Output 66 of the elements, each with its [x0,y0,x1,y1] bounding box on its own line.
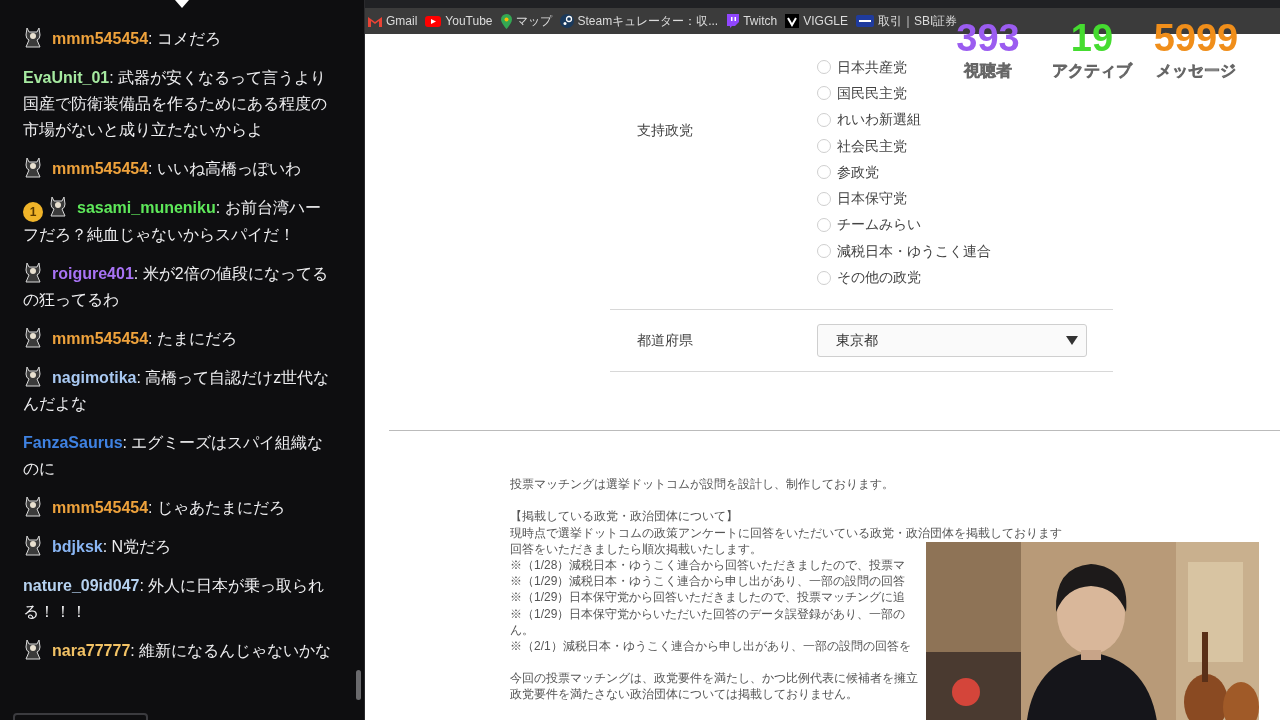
count-badge: 1 [23,202,43,222]
chat-message: 1 sasami_muneniku: お前台湾ハーフだろ？純血じゃないからスパイだ！ [23,195,336,248]
notice-text: 現時点で選挙ドットコムの政策アンケートに回答をいただいている政党・政治団体を掲載しております [510,524,1062,541]
notice-text: ※（1/29）減税日本・ゆうこく連合から申し出があり、一部の設問の回答 [510,573,907,590]
caret-icon[interactable] [175,0,189,9]
radio-option[interactable]: 社会民主党 [817,132,907,160]
chat-message: mmm545454: じゃあたまにだろ [23,495,336,521]
chat-bubble-icon [726,14,740,28]
radio-option[interactable]: 日本保守党 [817,185,907,212]
prefecture-select[interactable]: 東京都 [817,323,1087,357]
avatar-badge-icon [23,26,43,48]
bookmark-link[interactable]: Steamキュレーター：収... [559,12,719,30]
chat-message: FanzaSaurus: エグミーズはスパイ組織なのに [23,433,325,479]
chat-message: EvaUnit_01: 武器が安くなるって言うより国産で防衛装備品を作るためにある程度の市場がないと成り立たないからよ [23,68,328,140]
bookmark-link[interactable]: Gmail [368,12,418,30]
notice-text: ※（2/1）減税日本・ゆうこく連合から申し出があり、一部の設問の回答を [510,637,912,655]
notice-text: ※（1/29）日本保守党から回答いただきましたので、投票マッチングに追 [510,589,907,606]
notice-text: ※（1/28）減税日本・ゆうこく連合から回答いただきましたので、投票マ [510,556,907,574]
bookmark-link[interactable]: VIGGLE [785,12,848,30]
stat-label: 視聴者 [964,61,1012,81]
avatar-badge-icon [23,495,43,517]
chat-message: mmm545454: いいね高橋っぽいわ [23,156,336,182]
chat-message: nagimotika: 高橋って自認だけz世代なんだよな [23,365,336,417]
avatar-badge-icon [23,156,43,178]
avatar-badge-icon [23,534,43,556]
bookmark-link[interactable]: YouTube [425,12,493,30]
chat-message: mmm545454: たまにだろ [23,326,336,352]
chat-message: nature_09id047: 外人に日本が乗っ取られる！！！ [23,576,326,622]
avatar-badge-icon [23,326,43,348]
notice-text: 政党要件を満たさない政治団体については掲載しておりません。 [510,686,859,703]
bookmark-link[interactable]: マップ [500,12,552,30]
field-label: 都道府県 [636,330,694,350]
notice-text: 今回の投票マッチングは、政党要件を満たし、かつ比例代表に候補者を擁立 [510,670,919,687]
notice-text: ※（1/29）日本保守党からいただいた回答のデータ誤登録があり、一部の [510,605,907,622]
envelope-icon [368,15,382,27]
notice-text: 回答をいただきましたら順次掲載いたします。 [510,540,763,557]
steam-icon [559,14,574,28]
chat-message: bdjksk: N党だろ [23,534,336,560]
avatar-badge-icon [23,261,43,283]
radio-option[interactable]: れいわ新選組 [817,106,921,133]
radio-option[interactable]: チームみらい [817,211,921,239]
chat-message: roigure401: 米が2倍の値段になってるの狂ってるわ [23,261,336,313]
notice-text: 【掲載している政党・政治団体について】 [510,508,739,525]
avatar-badge-icon [48,195,68,217]
notice-text: ん。 [510,621,535,638]
stat-label: アクティブ [1052,61,1132,81]
radio-option[interactable]: 国民民主党 [817,80,907,107]
chat-message: nara77777: 維新になるんじゃないかな [23,638,336,664]
bookmark-link[interactable]: Twitch [726,12,778,30]
field-label: 支持政党 [636,121,694,140]
notice-text: 投票マッチングは選挙ドットコムが設問を設計し、制作しております。 [510,476,895,493]
bookmark-link[interactable]: 取引｜SBI証券 [855,12,958,30]
radio-option[interactable]: 減税日本・ゆうこく連合 [817,238,991,265]
avatar-badge-icon [23,365,43,387]
radio-option[interactable]: 日本共産党 [817,54,907,81]
radio-option[interactable]: 参政党 [817,159,879,186]
chevron-icon [785,14,800,28]
play-icon [425,15,442,27]
dropdown-arrow-icon [1066,335,1078,345]
scrollbar[interactable] [356,670,361,700]
avatar-badge-icon [23,638,43,660]
map-pin-icon [500,13,512,29]
chat-message: mmm545454: コメだろ [23,26,336,52]
radio-option[interactable]: その他の政党 [817,264,921,291]
stat-label: メッセージ [1156,61,1236,81]
tag-icon [855,15,874,27]
